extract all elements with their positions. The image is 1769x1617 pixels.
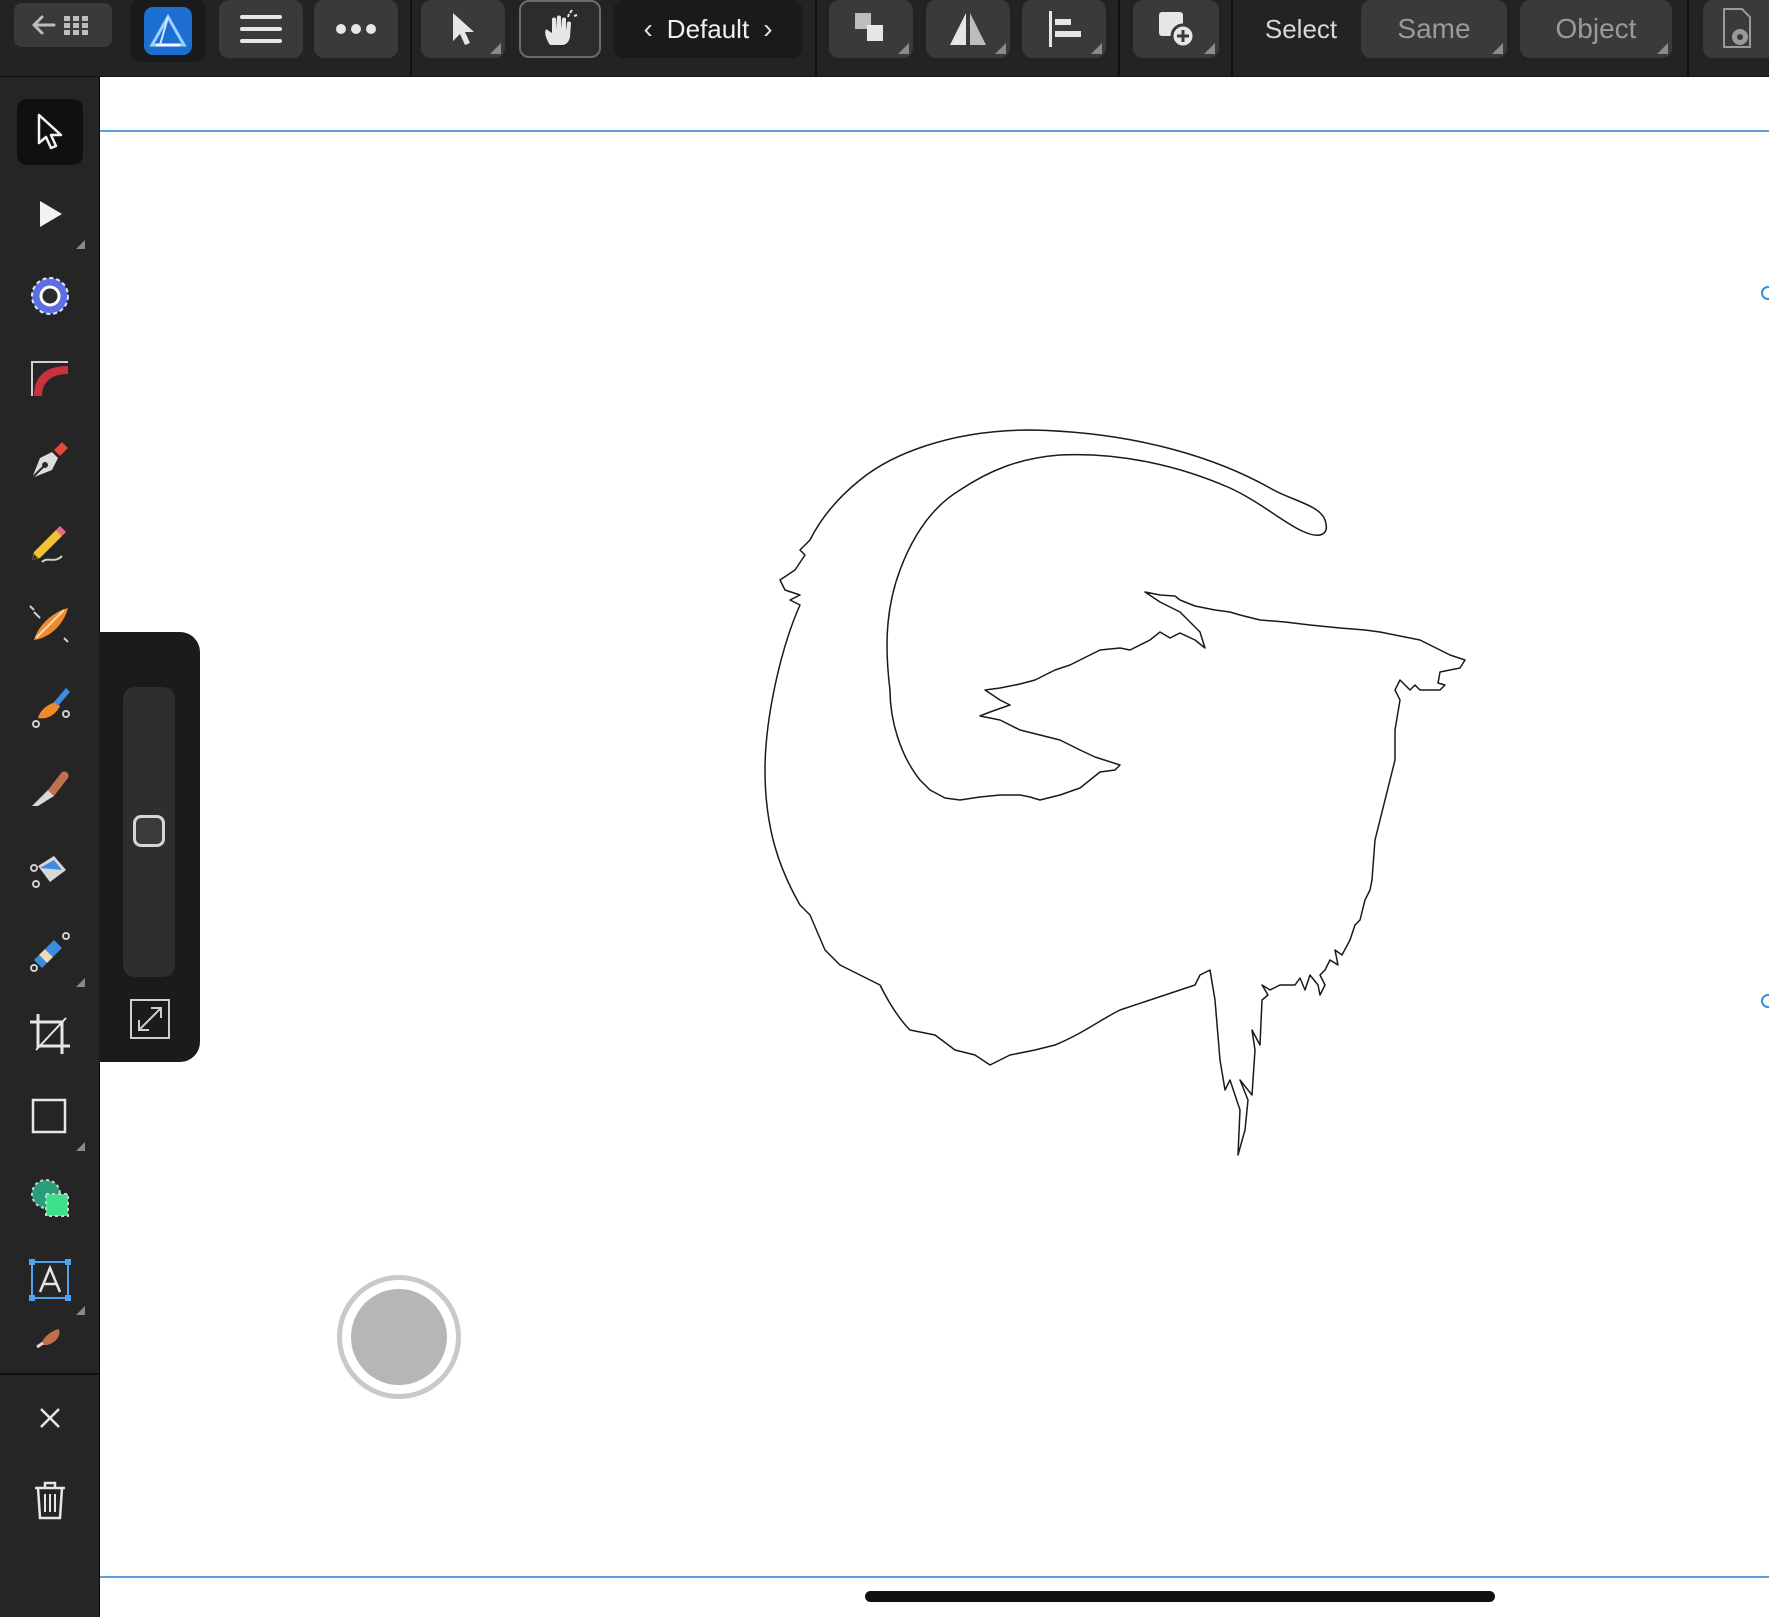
close-button[interactable] [17,1385,83,1451]
align-button[interactable] [1022,0,1106,58]
knife-icon [32,771,69,806]
cursor-arrow-icon [453,13,474,45]
persona-switcher[interactable]: ‹ Default › [614,0,802,58]
ellipsis-icon [336,24,376,34]
pencil-icon [32,526,66,563]
top-toolbar: ‹ Default › Select Same Object [0,0,1769,77]
touch-gesture-button[interactable] [519,0,601,58]
select-object-button[interactable]: Object [1520,0,1672,58]
toolbar-divider [815,0,817,76]
select-label: Select [1264,13,1338,44]
expand-icon[interactable] [129,998,171,1040]
shape-builder-tool[interactable] [17,1165,83,1231]
toolbar-divider [1687,0,1689,76]
crop-tool[interactable] [17,1001,83,1067]
tools-panel [0,77,100,1617]
corner-tool[interactable] [17,263,83,329]
toolbar-divider [410,0,412,76]
quick-menu-knob [351,1289,447,1385]
move-cursor-icon [37,113,63,150]
toolbar-divider [1231,0,1233,76]
select-same-button[interactable]: Same [1361,0,1507,58]
close-icon [40,1408,60,1428]
document-gear-icon [1723,8,1751,48]
pen-tool[interactable] [17,427,83,493]
next-chevron-icon[interactable]: › [749,13,786,45]
designer-persona-button[interactable] [130,0,206,62]
vector-brush-tool[interactable] [17,591,83,657]
text-frame-icon [29,1259,71,1301]
rectangle-icon [31,1098,67,1134]
shape-builder-icon [31,1179,69,1217]
precision-slider-panel [99,632,200,1062]
add-shape-icon [1159,12,1196,49]
brush-nodes-icon [32,688,70,728]
arrange-layers-icon [855,13,883,41]
logo-path[interactable] [764,429,1466,1156]
quick-menu-button[interactable] [337,1275,461,1399]
hand-touch-icon [545,9,578,45]
pen-nib-icon [31,442,68,479]
move-tool[interactable] [17,99,83,165]
node-tool[interactable] [17,181,85,249]
home-indicator[interactable] [865,1591,1495,1602]
fill-tool[interactable] [17,837,83,903]
flip-horizontal-icon [950,13,986,45]
contour-arc-icon [31,361,68,396]
gradient-pencil-icon [30,932,70,972]
insert-button[interactable] [1133,0,1219,58]
frame-text-tool[interactable] [17,1247,85,1315]
pencil-tool[interactable] [17,509,83,575]
paint-brush-tool[interactable] [17,1317,83,1357]
knife-tool[interactable] [17,755,83,821]
logo-outline-drawing[interactable] [100,77,1769,1617]
align-left-icon [1049,11,1081,47]
crop-icon [30,1014,70,1054]
hamburger-icon [240,15,282,43]
contour-tool[interactable] [17,345,83,411]
document-settings-button[interactable] [1703,0,1769,58]
vector-brush-icon [29,605,69,643]
canvas[interactable] [100,77,1769,1617]
vector-crop-tool[interactable] [17,673,83,739]
selection-mode-button[interactable] [421,0,505,58]
object-label: Object [1555,13,1637,44]
precision-slider-thumb[interactable] [133,815,165,847]
more-button[interactable] [314,0,398,58]
select-button[interactable]: Select [1245,0,1357,58]
arrange-button[interactable] [829,0,913,58]
paint-bucket-icon [30,856,66,888]
affinity-designer-logo-icon [144,7,192,55]
paint-brush-icon [36,1329,60,1349]
toolbar-divider [1118,0,1120,76]
back-grid-icon [32,15,88,35]
menu-button[interactable] [219,0,303,58]
rectangle-tool[interactable] [17,1083,85,1151]
corner-circle-icon [31,277,69,315]
persona-label: Default [666,13,750,44]
back-to-home-button[interactable] [14,3,112,47]
node-arrow-icon [40,201,62,227]
rail-divider [0,1373,99,1375]
delete-button[interactable] [17,1467,83,1533]
transparency-tool[interactable] [17,919,85,987]
trash-icon [35,1481,65,1520]
previous-chevron-icon[interactable]: ‹ [629,13,666,45]
flip-button[interactable] [926,0,1010,58]
same-label: Same [1397,13,1471,44]
